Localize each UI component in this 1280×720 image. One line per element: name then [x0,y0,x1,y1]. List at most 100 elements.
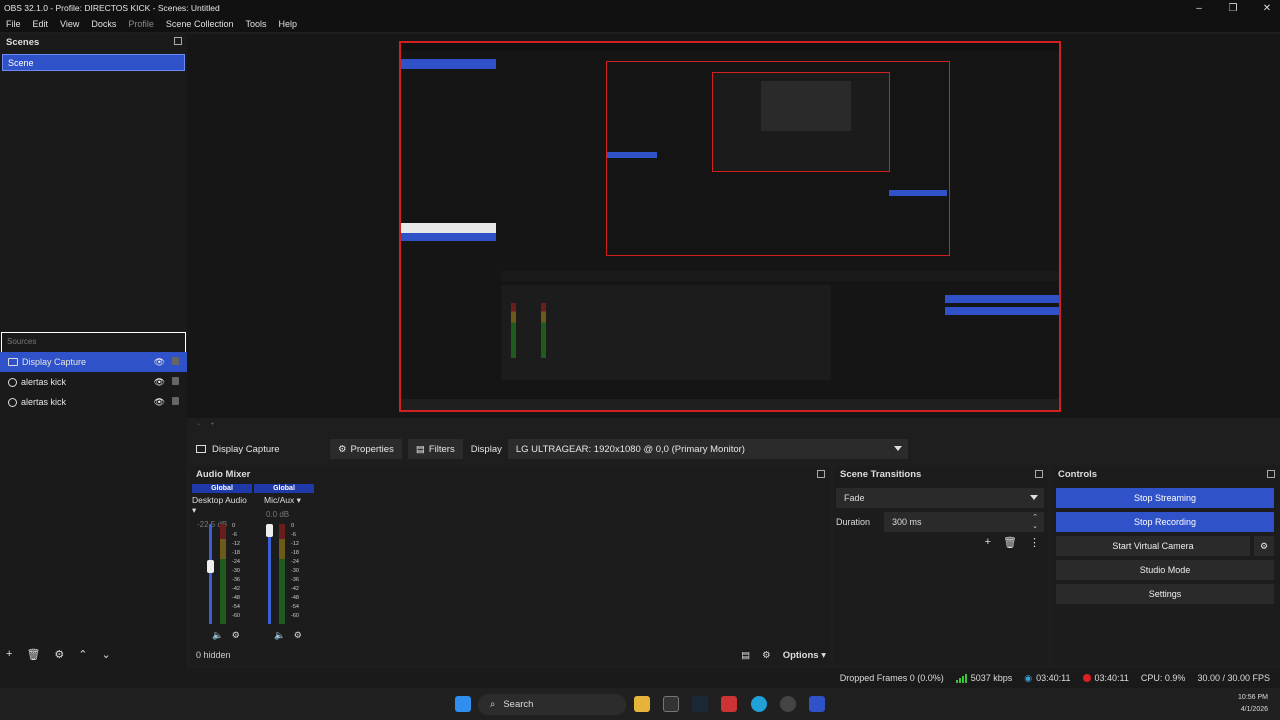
options-button[interactable]: Options ▾ [783,650,826,661]
clock-time[interactable]: 10:56 PM [1148,692,1268,704]
more-icon[interactable]: ⋮ [1029,536,1040,549]
preview-source-frame[interactable] [399,41,1061,412]
scenes-dock: Scenes Scene [0,34,187,330]
minimize-icon[interactable]: – [1192,3,1206,14]
meter-scale-tick: -54 [291,604,299,610]
stop-streaming-button[interactable]: Stop Streaming [1056,488,1274,508]
duration-input[interactable]: 300 ms ⌃ ⌄ [884,512,1044,532]
undock-icon[interactable] [1267,470,1275,478]
properties-button[interactable]: ⚙ Properties [330,439,402,459]
filters-button[interactable]: ▤ Filters [407,439,463,459]
terminal-icon[interactable] [663,696,679,712]
scenes-title-label: Scenes [6,36,40,48]
move-up-icon[interactable]: ⌃ [78,648,87,661]
layout-icon[interactable]: ▤ [741,650,750,661]
nested-preview-inner [712,72,890,172]
menu-scene-collection[interactable]: Scene Collection [166,19,234,29]
stop-recording-button[interactable]: Stop Recording [1056,512,1274,532]
fader-knob[interactable] [266,524,273,537]
gear-icon[interactable]: ⚙ [232,630,240,640]
undock-icon[interactable] [817,470,825,478]
spin-icon[interactable]: ⌃ ⌄ [1032,513,1038,531]
context-source-name: Display Capture [212,443,280,455]
menu-file[interactable]: File [6,19,21,29]
display-select[interactable]: LG ULTRAGEAR: 1920x1080 @ 0,0 (Primary M… [507,439,908,459]
display-value: LG ULTRAGEAR: 1920x1080 @ 0,0 (Primary M… [515,443,745,455]
close-icon[interactable]: ✕ [1260,3,1274,14]
search-icon: ⌕ [490,699,496,710]
nested-mini-scene [607,152,657,158]
fader-knob[interactable] [207,560,214,573]
taskbar-search[interactable]: ⌕ Search [478,694,626,715]
settings-button[interactable]: Settings [1056,584,1274,604]
add-icon[interactable]: + [985,536,991,549]
signal-bars-icon [955,673,967,683]
speaker-icon[interactable]: 🔈 [274,630,285,640]
source-item-alertas-kick[interactable]: alertas kick 👁 [0,392,187,412]
lock-icon[interactable] [172,357,179,365]
meter-scale-tick: -48 [291,595,299,601]
undock-icon[interactable] [174,37,182,45]
menu-docks[interactable]: Docks [91,19,116,29]
lock-icon[interactable] [172,377,179,385]
gear-icon[interactable]: ⚙ [54,648,64,661]
transition-actions: + 🗑 ⋮ [985,536,1040,549]
meter-scale: 0 -6 -12 -18 -24 -30 -36 -42 -48 -54 -60 [291,522,299,621]
lock-icon[interactable] [172,397,179,405]
start-virtual-camera-button[interactable]: Start Virtual Camera [1056,536,1250,556]
obs-icon[interactable] [780,696,796,712]
context-bar: Display Capture ⚙ Properties ▤ Filters D… [190,438,1277,460]
source-item-alertas-kick[interactable]: alertas kick 👁 [0,372,187,392]
sources-toolbar: + 🗑 ⚙ ⌃ ⌄ [6,648,111,661]
nested-ctx-bar [501,271,1059,281]
channel-name[interactable]: Desktop Audio ▾ [192,495,252,516]
file-explorer-icon[interactable] [634,696,650,712]
meter-scale-tick: -42 [232,586,240,592]
window-controls: – ❐ ✕ [1192,0,1274,16]
clock-date[interactable]: 4/1/2026 [1148,704,1268,716]
menu-tools[interactable]: Tools [245,19,266,29]
volume-fader[interactable] [268,524,271,624]
edge-icon[interactable] [751,696,767,712]
menu-help[interactable]: Help [278,19,297,29]
steam-icon[interactable] [692,696,708,712]
meter-scale-tick: -60 [291,613,299,619]
menu-edit[interactable]: Edit [33,19,49,29]
windows-start-icon[interactable] [455,696,471,712]
zoom-in-icon[interactable]: + [211,422,215,428]
trash-icon[interactable]: 🗑 [1003,536,1017,549]
app-icon[interactable] [721,696,737,712]
studio-mode-button[interactable]: Studio Mode [1056,560,1274,580]
menu-bar: File Edit View Docks Profile Scene Colle… [0,16,1280,32]
taskbar-search-label: Search [503,699,534,710]
source-item-display-capture[interactable]: Display Capture 👁 [0,352,187,372]
audio-mixer-title-label: Audio Mixer [196,468,251,480]
undock-icon[interactable] [1035,470,1043,478]
maximize-icon[interactable]: ❐ [1226,3,1240,14]
meter-scale-tick: -6 [232,532,237,538]
scenes-title: Scenes [0,34,187,50]
app2-icon[interactable] [809,696,825,712]
move-down-icon[interactable]: ⌄ [102,648,111,661]
speaker-icon[interactable]: 🔈 [212,630,223,640]
transition-value: Fade [844,493,865,503]
eye-icon[interactable]: 👁 [154,377,165,388]
stream-time: ◉ 03:40:11 [1024,673,1070,684]
eye-icon[interactable]: 👁 [154,397,165,408]
volume-fader[interactable] [209,524,212,624]
trash-icon[interactable]: 🗑 [26,648,40,661]
scene-item[interactable]: Scene [2,54,185,71]
add-icon[interactable]: + [6,648,12,661]
settings-icon[interactable]: ⚙ [762,650,771,661]
zoom-out-icon[interactable]: − [197,422,201,428]
transition-select[interactable]: Fade [836,488,1044,508]
meter-scale-tick: -24 [232,559,240,565]
virtual-camera-settings-button[interactable]: ⚙ [1254,536,1274,556]
mixer-channel-desktop: Global Desktop Audio ▾ -22.5 dB 0 -6 -12 -1… [192,484,252,642]
menu-view[interactable]: View [60,19,79,29]
menu-profile[interactable]: Profile [128,19,154,29]
eye-icon[interactable]: 👁 [154,357,165,368]
gear-icon[interactable]: ⚙ [294,630,302,640]
channel-name[interactable]: Mic/Aux ▾ [254,495,314,506]
display-label: Display [470,443,502,455]
